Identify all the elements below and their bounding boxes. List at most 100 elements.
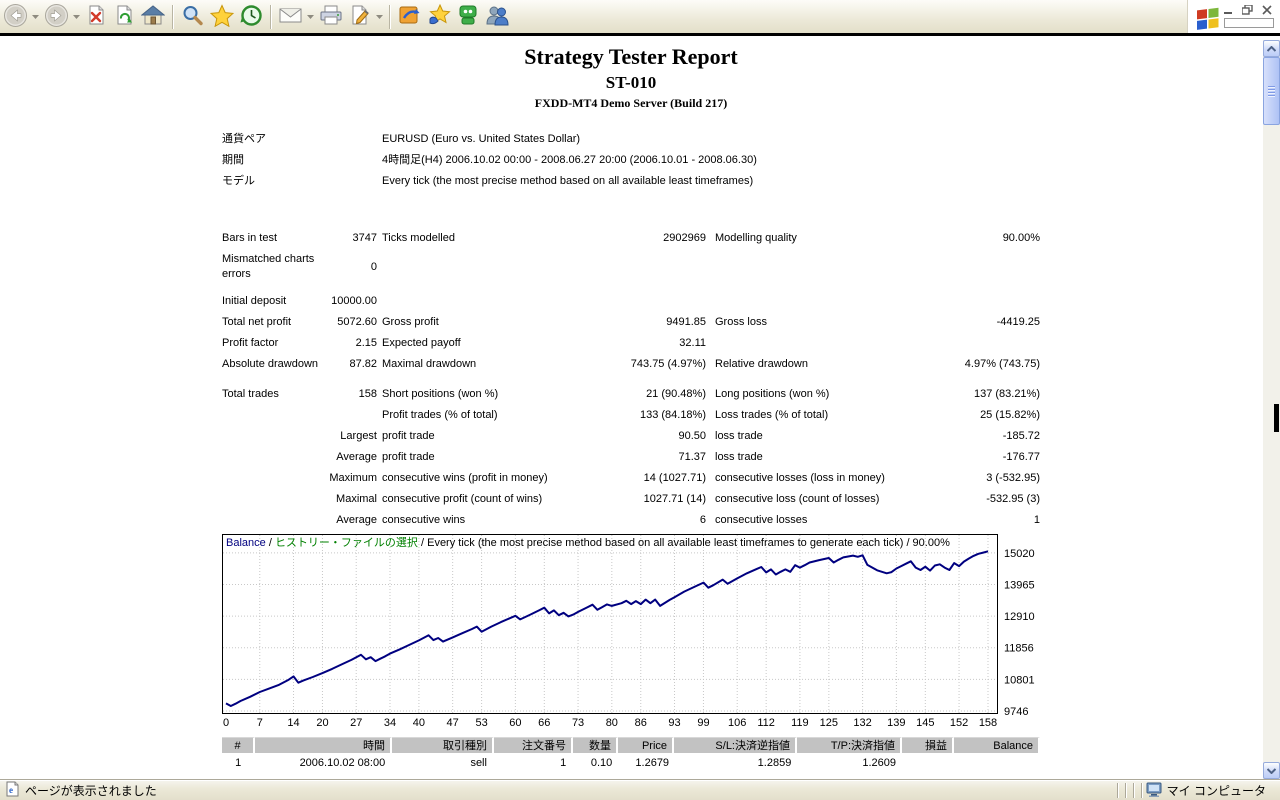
stats-cell: loss trade -176.77 [715, 450, 1040, 471]
refresh-button[interactable] [110, 4, 138, 30]
home-icon [140, 4, 166, 29]
balance-chart-svg: 15020 13965 12910 11856 10801 9746 0 7 14 20 27 34 4… [222, 534, 1035, 729]
trades-header-cell: 時間 [255, 737, 392, 753]
stats-cell: Total net profit 5072.60 [222, 315, 377, 336]
strategy-tester-report: Strategy Tester Report ST-010 FXDD-MT4 D… [222, 36, 1040, 774]
edit-dropdown-icon[interactable] [376, 11, 383, 23]
netmeeting-icon [427, 3, 451, 30]
stats-value: 21 (90.48%) [646, 388, 706, 400]
mail-dropdown-icon[interactable] [307, 11, 314, 23]
stats-label: consecutive wins [382, 514, 466, 526]
netmeeting-button[interactable] [424, 3, 454, 30]
stats-value: 0 [370, 260, 377, 273]
back-dropdown-icon[interactable] [32, 11, 39, 23]
y-axis-label: 9746 [1004, 706, 1028, 718]
stats-value: 158 [358, 388, 377, 400]
stats-cell: Average [222, 450, 377, 471]
trades-header-cell: Price [618, 737, 674, 753]
restore-button[interactable] [1240, 3, 1255, 16]
trades-header-cell: # [222, 737, 255, 753]
security-zone-pane: マイ コンピュータ [1146, 782, 1280, 800]
status-separator [1124, 783, 1127, 798]
stats-cell: Mismatched charts errors 0 [222, 252, 377, 282]
stats-value: Maximal [336, 493, 377, 505]
messenger-button[interactable] [454, 4, 482, 30]
trades-data-row: 1 2006.10.02 08:00 sell 1 0.10 1.2679 1.2859 1.… [222, 753, 1040, 774]
history-button[interactable] [237, 4, 266, 30]
favorites-button[interactable] [207, 3, 237, 30]
x-axis-label: 93 [668, 717, 680, 729]
trades-data-cell [953, 753, 1040, 774]
msn-icon [398, 4, 421, 29]
stats-cell: Relative drawdown 4.97% (743.75) [715, 357, 1040, 378]
stats-cell: consecutive wins (profit in money) 14 (10… [382, 471, 706, 492]
my-computer-icon [1146, 782, 1162, 800]
stats-cell: consecutive wins 6 [382, 513, 706, 534]
print-button[interactable] [316, 4, 346, 30]
stats-value: 1027.71 (14) [643, 493, 706, 505]
y-axis-label: 13965 [1004, 580, 1035, 592]
minimize-button[interactable] [1221, 3, 1236, 16]
stats-cell [382, 294, 706, 315]
mail-icon [279, 5, 303, 28]
stats-value: Average [336, 451, 377, 463]
trades-data-cell: sell [390, 753, 492, 774]
edit-button[interactable] [346, 4, 375, 30]
scroll-up-button[interactable] [1263, 40, 1280, 57]
stop-button[interactable] [82, 4, 110, 30]
parameter-row: モデル Every tick (the most precise method b… [222, 174, 1040, 195]
trades-header-cell: 取引種別 [392, 737, 494, 753]
contacts-icon [485, 4, 509, 29]
stats-value: Average [336, 514, 377, 526]
stats-value: 9491.85 [666, 316, 706, 328]
stats-row: Profit factor 2.15 Expected payoff 32.11 [222, 336, 1040, 357]
stats-label: consecutive losses (loss in money) [715, 472, 885, 484]
stats-value: Maximum [329, 472, 377, 484]
scroll-down-button[interactable] [1263, 762, 1280, 779]
stats-value: 90.00% [1002, 232, 1040, 244]
stats-label: consecutive losses [715, 514, 808, 526]
toolbar-handle [1224, 18, 1274, 28]
stats-value: 4.97% (743.75) [964, 358, 1040, 370]
trades-header-cell: 数量 [573, 737, 618, 753]
stats-row: Average consecutive wins 6 consecutive loss… [222, 513, 1040, 534]
stats-cell: Gross loss -4419.25 [715, 315, 1040, 336]
search-button[interactable] [178, 4, 207, 30]
x-axis-label: 73 [572, 717, 584, 729]
stats-value: 743.75 (4.97%) [630, 358, 706, 370]
search-icon [181, 4, 204, 30]
x-axis-label: 27 [350, 717, 362, 729]
x-axis-label: 99 [697, 717, 709, 729]
stats-label: Profit trades (% of total) [382, 409, 498, 421]
stats-label: consecutive profit (count of wins) [382, 493, 543, 505]
back-button[interactable] [0, 3, 31, 30]
stats-cell: Maximum [222, 471, 377, 492]
trades-header-cell: Balance [954, 737, 1040, 753]
home-button[interactable] [138, 4, 168, 30]
x-axis-label: 20 [316, 717, 328, 729]
stats-label: Long positions (won %) [715, 388, 830, 400]
trades-data-cell: 1.2859 [674, 753, 797, 774]
contacts-button[interactable] [482, 4, 512, 30]
stats-row: Average profit trade 71.37 loss trade -176.7… [222, 450, 1040, 471]
stats-value: 25 (15.82%) [980, 409, 1040, 421]
stats-value: -176.77 [1002, 451, 1040, 463]
stats-value: 90.50 [678, 430, 706, 442]
stats-label: Loss trades (% of total) [715, 409, 829, 421]
close-button[interactable] [1259, 3, 1274, 16]
stats-cell: Short positions (won %) 21 (90.48%) [382, 387, 706, 408]
y-axis-label: 11856 [1004, 643, 1034, 655]
chart-title: Balance / ヒストリー・ファイルの選択 / Every tick (th… [226, 535, 950, 549]
stats-modelling: Bars in test 3747 Ticks modelled 2902969 Mod… [222, 231, 1040, 282]
scrollbar-thumb[interactable] [1263, 57, 1280, 125]
msn-button[interactable] [395, 4, 424, 30]
stats-label: loss trade [715, 430, 763, 442]
stats-trades: Total trades 158 Short positions (won %) 21… [222, 387, 1040, 534]
forward-button[interactable] [41, 3, 72, 30]
forward-dropdown-icon[interactable] [73, 11, 80, 23]
print-icon [319, 4, 343, 29]
report-parameters: 通貨ペア EURUSD (Euro vs. United States Dolla… [222, 132, 1040, 195]
x-axis-label: 145 [916, 717, 934, 729]
stats-value: 87.82 [349, 358, 377, 370]
mail-button[interactable] [276, 4, 306, 30]
